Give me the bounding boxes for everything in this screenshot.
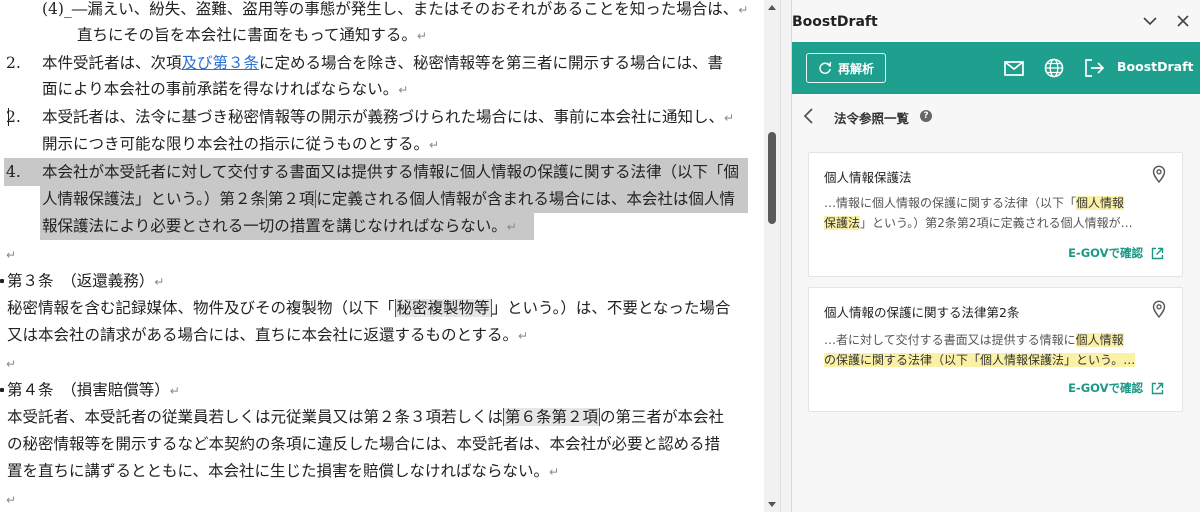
external-link-icon: [1151, 382, 1164, 394]
defined-term-box[interactable]: 第２項: [265, 190, 317, 208]
document-editor[interactable]: (4)_―漏えい、紛失、盗難、盗用等の事態が発生し、またはそのおそれがあることを…: [0, 0, 764, 512]
egov-link[interactable]: E-GOVで確認: [1068, 245, 1164, 261]
scrollbar-thumb[interactable]: [768, 132, 776, 224]
card-snippet: の保護に関する法律（以下「個人情報保護法」という。…: [824, 353, 1136, 367]
panel-splitter[interactable]: [780, 0, 792, 512]
scroll-down-arrow[interactable]: [768, 502, 776, 507]
doc-line: 面により本会社の事前承諾を得なければならない。↵: [42, 80, 409, 98]
card-snippet: …情報に個人情報の保護に関する法律（以下「個人情報: [824, 196, 1125, 210]
list-title: 法令参照一覧: [834, 111, 910, 126]
list-number: 2.: [6, 54, 21, 72]
location-pin-icon[interactable]: [1152, 300, 1166, 319]
empty-paragraph: ↵: [6, 357, 17, 371]
defined-term-box[interactable]: 第６条第２項: [503, 408, 601, 426]
logout-icon[interactable]: [1083, 57, 1105, 79]
doc-line: の秘密情報等を開示するなど本契約の条項に違反した場合には、本受託者は、本会社が必…: [7, 435, 721, 453]
doc-line: 又は本会社の請求がある場合には、直ちに本会社に返還するものとする。↵: [7, 326, 529, 344]
law-reference-card[interactable]: 個人情報の保護に関する法律第2条 …者に対して交付する書面又は提供する情報に個人…: [808, 287, 1183, 412]
doc-line: 開示につき可能な限り本会社の指示に従うものとする。↵: [42, 135, 440, 153]
doc-line: 人情報保護法」という。）第２条 第２項 に定義される個人情報が含まれる場合には、本会…: [42, 190, 735, 208]
egov-link-label: E-GOVで確認: [1068, 246, 1143, 260]
card-title: 個人情報保護法: [824, 170, 912, 185]
brand-label: BoostDraft: [1117, 59, 1194, 74]
card-title: 個人情報の保護に関する法律第2条: [824, 305, 1020, 320]
external-link-icon: [1151, 247, 1164, 259]
panel-title: BoostDraft: [792, 14, 878, 30]
doc-line: 本受託者は、法令に基づき秘密情報等の開示が義務づけられた場合には、事前に本会社に…: [42, 108, 735, 126]
chevron-left-icon[interactable]: [802, 107, 816, 125]
doc-line: 直ちにその旨を本会社に書面をもって通知する。↵: [77, 26, 427, 44]
refresh-icon: [819, 61, 832, 75]
egov-link[interactable]: E-GOVで確認: [1068, 380, 1164, 396]
mail-icon[interactable]: [1003, 57, 1025, 79]
article-reference-link[interactable]: 及び第３条: [182, 54, 260, 72]
reanalyze-label: 再解析: [837, 61, 874, 76]
doc-line: 秘密情報を含む記録媒体、物件及びその複製物（以下「 秘密複製物等 」という。）は、不…: [7, 299, 731, 317]
defined-term-box[interactable]: 秘密複製物等: [394, 299, 492, 317]
article-heading: 第３条 （返還義務）↵: [7, 272, 165, 290]
empty-paragraph: ↵: [6, 493, 17, 507]
globe-icon[interactable]: [1043, 57, 1065, 79]
list-number: 4.: [6, 163, 21, 181]
law-reference-card[interactable]: 個人情報保護法 …情報に個人情報の保護に関する法律（以下「個人情報 保護法」とい…: [808, 152, 1183, 277]
doc-line: (4)_―漏えい、紛失、盗難、盗用等の事態が発生し、またはそのおそれがあることを…: [42, 0, 749, 18]
card-snippet: 保護法」という。）第2条第2項に定義される個人情報が…: [824, 216, 1133, 230]
egov-link-label: E-GOVで確認: [1068, 381, 1143, 395]
doc-line: 本会社が本受託者に対して交付する書面又は提供する情報に個人情報の保護に関する法律…: [42, 163, 740, 181]
card-snippet: …者に対して交付する書面又は提供する情報に個人情報: [824, 333, 1124, 347]
panel-toolbar: 再解析 BoostDraft: [792, 42, 1200, 94]
reanalyze-button[interactable]: 再解析: [806, 53, 886, 83]
paragraph-bullet: [0, 279, 4, 283]
doc-line: 置を直ちに講ずるとともに、本会社に生じた損害を賠償しなければならない。↵: [7, 462, 560, 480]
chevron-down-icon[interactable]: [1141, 12, 1159, 30]
doc-line: 本受託者、本受託者の従業員若しくは元従業員又は第２条３項若しくは 第６条第２項 の第…: [7, 408, 725, 426]
close-icon[interactable]: [1174, 12, 1192, 30]
article-heading: 第４条 （損害賠償等）↵: [7, 381, 180, 399]
list-number: 2.: [6, 108, 21, 126]
doc-line: 本件受託者は、次項及び第３条に定める場合を除き、秘密情報等を第三者に開示する場合…: [42, 54, 723, 72]
boostdraft-panel: BoostDraft 再解析 BoostDraft 法令参照一覧 ? 個人情報保…: [792, 0, 1200, 512]
help-icon[interactable]: ?: [920, 110, 932, 122]
paragraph-bullet: [0, 388, 4, 392]
list-header: 法令参照一覧 ?: [792, 94, 1200, 138]
scroll-up-arrow[interactable]: [768, 5, 776, 10]
document-scrollbar[interactable]: [764, 0, 780, 512]
location-pin-icon[interactable]: [1152, 165, 1166, 184]
empty-paragraph: ↵: [6, 248, 17, 262]
doc-line: 報保護法により必要とされる一切の措置を講じなければならない。↵: [42, 217, 517, 235]
